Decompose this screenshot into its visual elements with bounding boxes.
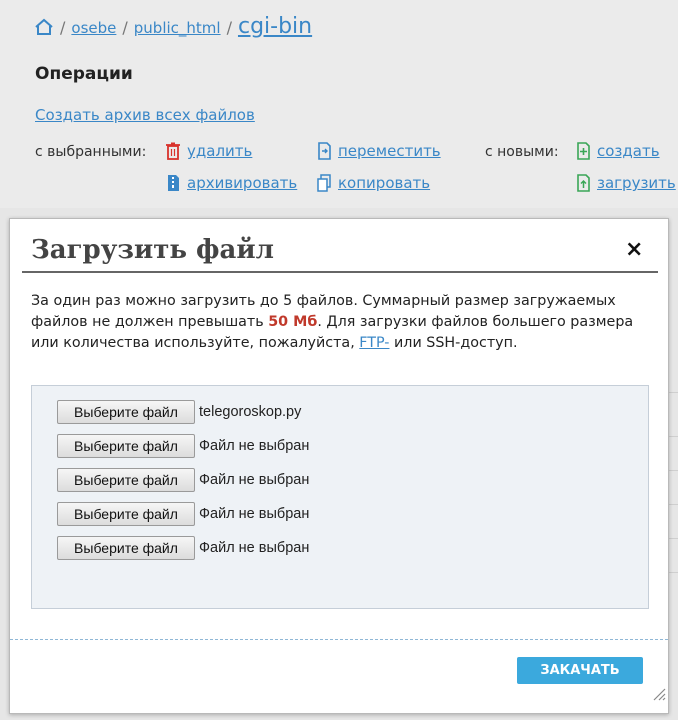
breadcrumb-current[interactable]: cgi-bin: [238, 14, 312, 39]
choose-file-button[interactable]: Выберите файл: [57, 468, 195, 492]
new-file-icon: [577, 142, 590, 160]
choose-file-button[interactable]: Выберите файл: [57, 434, 195, 458]
ftp-link[interactable]: FTP-: [359, 335, 389, 351]
archive-link[interactable]: архивировать: [187, 174, 297, 192]
copy-icon: [317, 174, 331, 192]
delete-action[interactable]: удалить: [165, 142, 252, 160]
home-icon[interactable]: [34, 18, 54, 36]
with-selected-label: с выбранными:: [35, 144, 147, 160]
file-name: Файл не выбран: [199, 506, 310, 522]
dialog-title: Загрузить файл: [31, 235, 274, 265]
description-text: или SSH-доступ.: [389, 335, 518, 351]
file-input-row: Выберите файл Файл не выбран: [57, 434, 309, 458]
upload-link[interactable]: загрузить: [597, 174, 676, 192]
breadcrumb: / osebe / public_html / cgi-bin: [34, 14, 312, 44]
file-name: Файл не выбран: [199, 472, 310, 488]
file-input-row: Выберите файл telegoroskop.py: [57, 400, 301, 424]
choose-file-button[interactable]: Выберите файл: [57, 536, 195, 560]
upload-action[interactable]: загрузить: [575, 174, 676, 192]
file-input-panel: Выберите файл telegoroskop.py Выберите ф…: [31, 385, 649, 609]
trash-icon: [166, 142, 180, 160]
breadcrumb-separator: /: [226, 18, 232, 37]
footer-divider: [10, 639, 668, 640]
delete-link[interactable]: удалить: [187, 142, 252, 160]
move-action[interactable]: переместить: [316, 142, 441, 160]
upload-file-icon: [577, 174, 590, 192]
file-name: Файл не выбран: [199, 540, 310, 556]
with-new-label: с новыми:: [485, 144, 559, 160]
create-action[interactable]: создать: [575, 142, 660, 160]
move-file-icon: [318, 142, 331, 160]
upload-description: За один раз можно загрузить до 5 файлов.…: [31, 291, 651, 354]
title-divider: [22, 271, 658, 273]
archive-all-link[interactable]: Создать архив всех файлов: [35, 106, 255, 124]
file-input-row: Выберите файл Файл не выбран: [57, 536, 309, 560]
file-input-row: Выберите файл Файл не выбран: [57, 502, 309, 526]
create-link[interactable]: создать: [597, 142, 660, 160]
upload-dialog: Загрузить файл × За один раз можно загру…: [9, 218, 669, 714]
file-name: telegoroskop.py: [199, 404, 302, 420]
move-link[interactable]: переместить: [338, 142, 441, 160]
breadcrumb-separator: /: [122, 18, 128, 37]
choose-file-button[interactable]: Выберите файл: [57, 502, 195, 526]
archive-icon: [168, 175, 179, 191]
file-input-row: Выберите файл Файл не выбран: [57, 468, 309, 492]
size-limit: 50 Мб: [268, 314, 318, 330]
close-button[interactable]: ×: [625, 237, 643, 263]
operations-title: Операции: [35, 64, 133, 84]
breadcrumb-separator: /: [60, 18, 66, 37]
copy-action[interactable]: копировать: [316, 174, 430, 192]
resize-grip-icon[interactable]: [650, 685, 666, 701]
archive-action[interactable]: архивировать: [165, 174, 297, 192]
breadcrumb-item-public-html[interactable]: public_html: [134, 19, 221, 37]
copy-link[interactable]: копировать: [338, 174, 430, 192]
upload-submit-button[interactable]: ЗАКАЧАТЬ: [517, 657, 643, 684]
file-name: Файл не выбран: [199, 438, 310, 454]
breadcrumb-item-osebe[interactable]: osebe: [71, 19, 116, 37]
choose-file-button[interactable]: Выберите файл: [57, 400, 195, 424]
